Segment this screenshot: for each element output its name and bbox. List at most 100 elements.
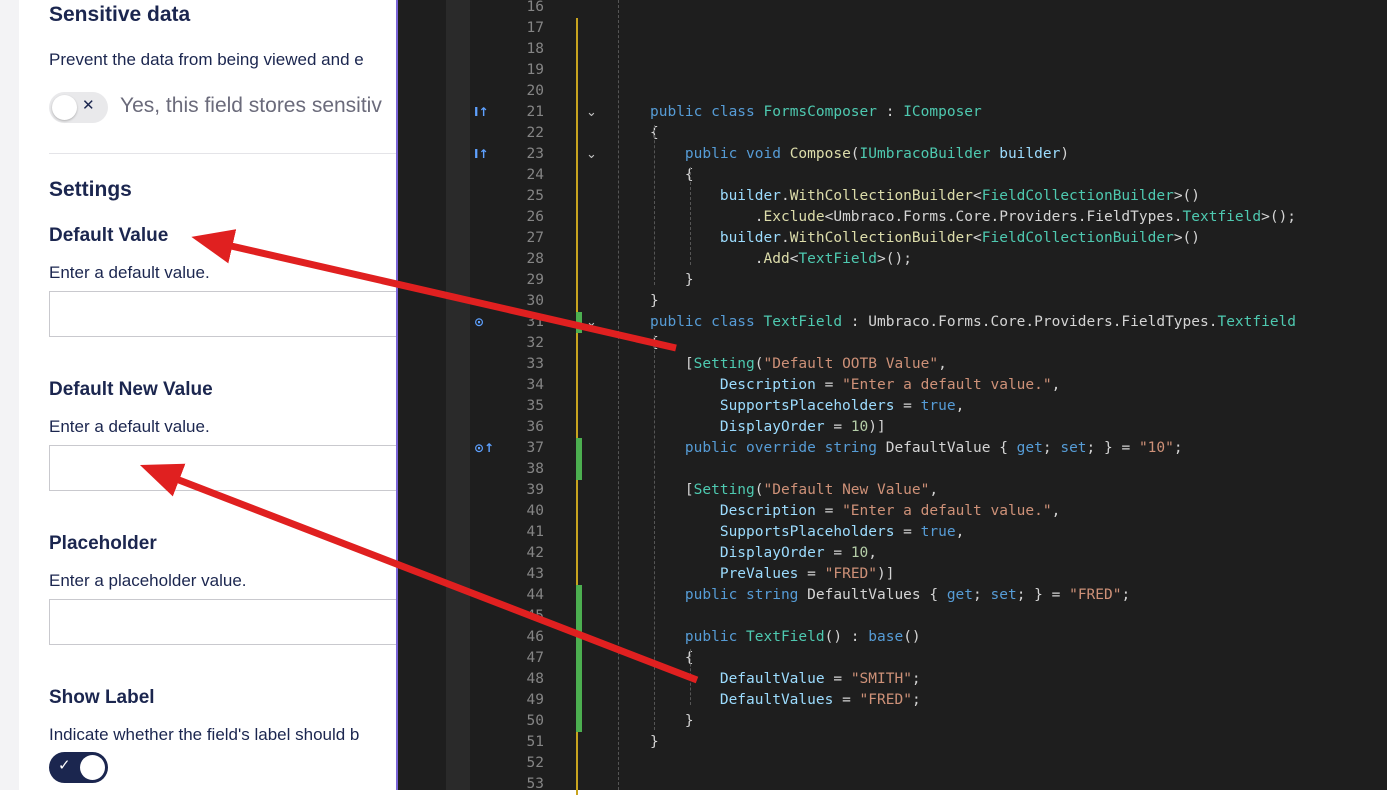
code-line[interactable]: 31 ⌄ ⊙ public class TextField : Umbraco.For…	[398, 312, 1387, 333]
code-line[interactable]: 43 PreValues = "FRED")]	[398, 564, 1387, 585]
code-line[interactable]: 25 builder.WithCollectionBuilder<FieldCo…	[398, 186, 1387, 207]
change-marker	[576, 312, 582, 333]
indent-guide	[654, 335, 655, 730]
codelens-icon[interactable]: I↑	[474, 144, 496, 161]
change-marker	[576, 459, 582, 480]
code-text: public void Compose(IUmbracoBuilder buil…	[684, 146, 1070, 162]
code-line[interactable]: 21 ⌄ I↑ public class FormsComposer : ICompo…	[398, 102, 1387, 123]
indent-guide	[690, 649, 691, 705]
code-line[interactable]: 49 DefaultValues = "FRED";	[398, 690, 1387, 711]
line-number: 29	[526, 272, 544, 288]
code-line[interactable]: 30}	[398, 291, 1387, 312]
code-line[interactable]: 44 public string DefaultValues { get; se…	[398, 585, 1387, 606]
code-editor[interactable]: 16 17 18 19 20 21 ⌄ I↑ public class FormsCompose…	[396, 0, 1387, 795]
code-line[interactable]: 45	[398, 606, 1387, 627]
line-number: 47	[526, 650, 544, 666]
change-marker	[576, 480, 578, 501]
code-line[interactable]: 17	[398, 18, 1387, 39]
code-line[interactable]: 41 SupportsPlaceholders = true,	[398, 522, 1387, 543]
code-line[interactable]: 32{	[398, 333, 1387, 354]
code-text: public class FormsComposer : IComposer	[650, 104, 982, 120]
code-text: SupportsPlaceholders = true,	[719, 524, 965, 540]
line-number: 53	[526, 776, 544, 792]
line-number: 28	[526, 251, 544, 267]
code-text: public TextField() : base()	[684, 629, 921, 645]
line-number: 33	[526, 356, 544, 372]
default-value-label: Default Value	[49, 225, 169, 246]
code-line[interactable]: 52	[398, 753, 1387, 774]
placeholder-description: Enter a placeholder value.	[49, 571, 247, 590]
code-text: }	[650, 272, 694, 288]
code-line[interactable]: 22{	[398, 123, 1387, 144]
line-number: 50	[526, 713, 544, 729]
code-line[interactable]: 16	[398, 0, 1387, 18]
code-line[interactable]: 50 }	[398, 711, 1387, 732]
codelens-icon[interactable]: ⊙↑	[474, 438, 496, 455]
code-line[interactable]: 36 DisplayOrder = 10)]	[398, 417, 1387, 438]
line-number: 48	[526, 671, 544, 687]
code-line[interactable]: 27 builder.WithCollectionBuilder<FieldCo…	[398, 228, 1387, 249]
code-line[interactable]: 47 {	[398, 648, 1387, 669]
change-marker	[576, 648, 582, 669]
sensitive-data-toggle-label: Yes, this field stores sensitiv	[120, 94, 382, 117]
close-icon: ✕	[82, 96, 95, 114]
chevron-down-icon[interactable]: ⌄	[586, 102, 597, 123]
code-line[interactable]: 38	[398, 459, 1387, 480]
change-marker	[576, 585, 582, 606]
code-text: .Exclude<Umbraco.Forms.Core.Providers.Fi…	[650, 209, 1297, 225]
line-number: 43	[526, 566, 544, 582]
code-line[interactable]: 24 {	[398, 165, 1387, 186]
codelens-icon[interactable]: I↑	[474, 102, 496, 119]
chevron-down-icon[interactable]: ⌄	[586, 312, 597, 333]
line-number: 46	[526, 629, 544, 645]
line-number: 42	[526, 545, 544, 561]
code-line[interactable]: 28 .Add<TextField>();	[398, 249, 1387, 270]
code-line[interactable]: 34 Description = "Enter a default value.…	[398, 375, 1387, 396]
code-line[interactable]: 48 DefaultValue = "SMITH";	[398, 669, 1387, 690]
chevron-down-icon[interactable]: ⌄	[586, 627, 597, 648]
code-line[interactable]: 53	[398, 774, 1387, 795]
change-marker	[576, 18, 578, 39]
code-line[interactable]: 20	[398, 81, 1387, 102]
codelens-icon[interactable]: ⊙	[474, 312, 496, 329]
show-label-toggle[interactable]: ✓	[49, 752, 108, 783]
code-line[interactable]: 23 ⌄ I↑ public void Compose(IUmbracoBuilde…	[398, 144, 1387, 165]
line-number: 27	[526, 230, 544, 246]
line-number: 45	[526, 608, 544, 624]
chevron-down-icon[interactable]: ⌄	[586, 144, 597, 165]
sensitive-data-toggle[interactable]: ✕	[49, 92, 108, 123]
code-line[interactable]: 26 .Exclude<Umbraco.Forms.Core.Providers…	[398, 207, 1387, 228]
code-text: {	[650, 167, 694, 183]
indent-guide	[654, 125, 655, 285]
code-line[interactable]: 40 Description = "Enter a default value.…	[398, 501, 1387, 522]
default-new-value-label: Default New Value	[49, 379, 213, 400]
code-line[interactable]: 51}	[398, 732, 1387, 753]
change-marker	[576, 123, 578, 144]
placeholder-input[interactable]	[49, 599, 396, 645]
code-line[interactable]: 19	[398, 60, 1387, 81]
code-text: Description = "Enter a default value.",	[719, 377, 1061, 393]
line-number: 38	[526, 461, 544, 477]
sensitive-data-description: Prevent the data from being viewed and e	[49, 50, 364, 69]
code-text: {	[650, 650, 694, 666]
code-text: [Setting("Default New Value",	[650, 482, 939, 498]
code-line[interactable]: 33 [Setting("Default OOTB Value",	[398, 354, 1387, 375]
code-line[interactable]: 18	[398, 39, 1387, 60]
default-value-input[interactable]	[49, 291, 396, 337]
line-number: 25	[526, 188, 544, 204]
code-line[interactable]: 46 ⌄ public TextField() : base()	[398, 627, 1387, 648]
change-marker	[576, 102, 578, 123]
placeholder-label: Placeholder	[49, 533, 157, 554]
code-line[interactable]: 29 }	[398, 270, 1387, 291]
indent-guide	[690, 167, 691, 265]
default-new-value-input[interactable]	[49, 445, 396, 491]
change-marker	[576, 186, 578, 207]
code-line[interactable]: 35 SupportsPlaceholders = true,	[398, 396, 1387, 417]
code-line[interactable]: 39 [Setting("Default New Value",	[398, 480, 1387, 501]
indent-guide	[618, 0, 619, 790]
code-text: }	[650, 293, 659, 309]
code-line[interactable]: 42 DisplayOrder = 10,	[398, 543, 1387, 564]
line-number: 30	[526, 293, 544, 309]
code-line[interactable]: 37 ⊙↑ public override string DefaultValue…	[398, 438, 1387, 459]
change-marker	[576, 354, 578, 375]
